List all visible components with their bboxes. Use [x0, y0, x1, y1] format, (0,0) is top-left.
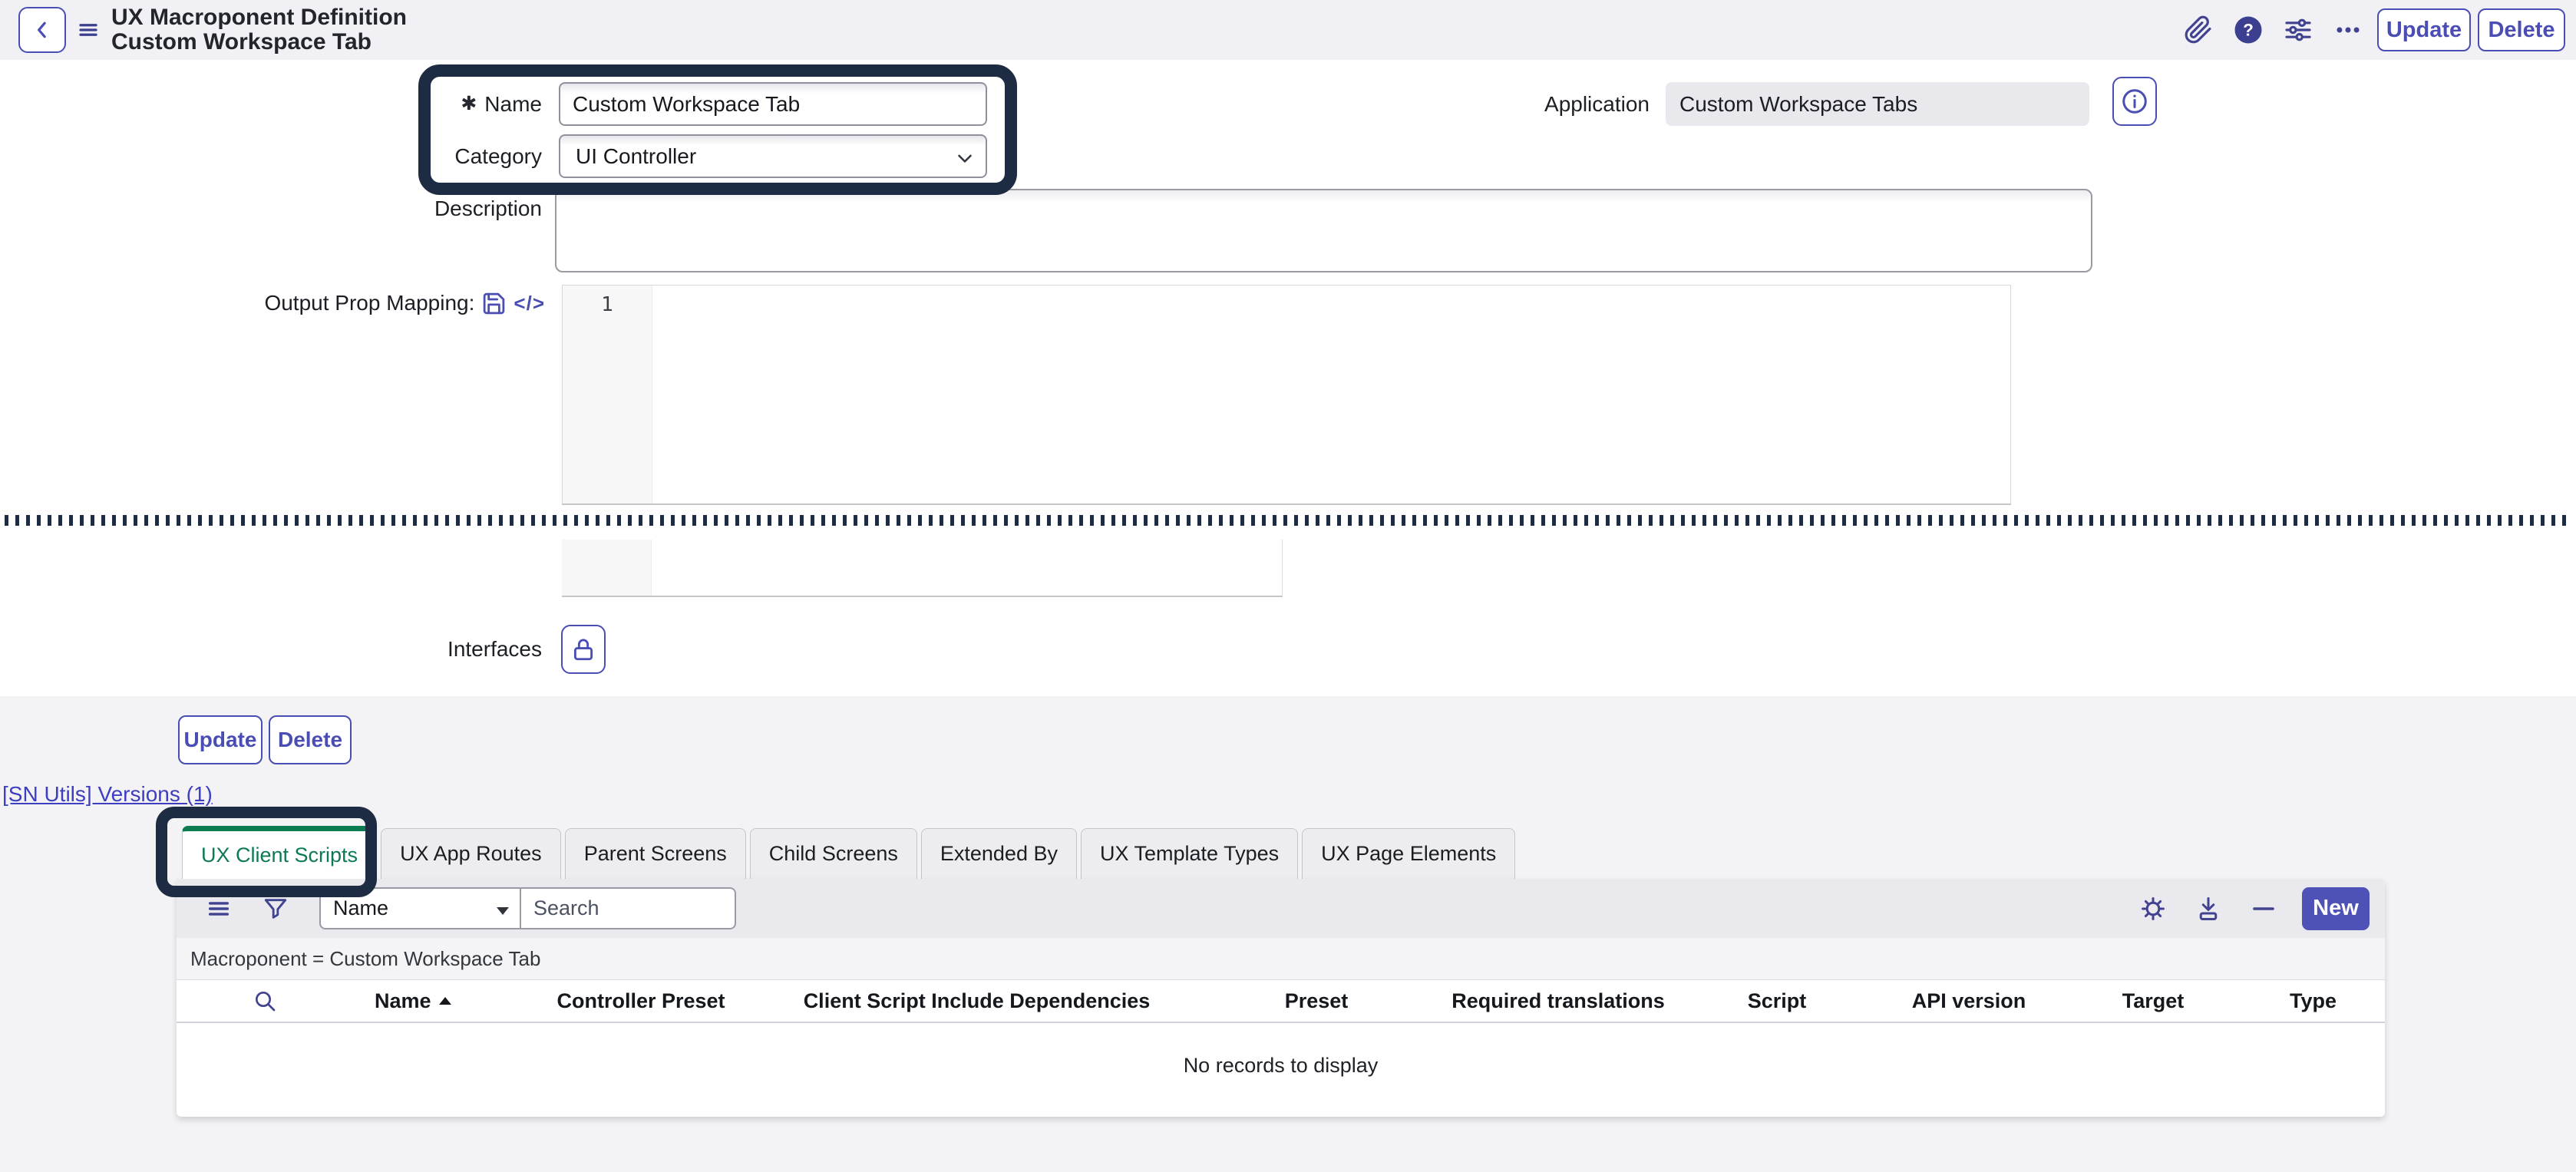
delete-button[interactable]: Delete: [2478, 8, 2565, 51]
tab-ux-app-routes[interactable]: UX App Routes: [381, 828, 561, 879]
header-actions: ? Update Delete: [2183, 0, 2573, 60]
svg-text:?: ?: [2243, 21, 2254, 40]
dropdown-caret-icon: [497, 907, 509, 915]
category-selected-value: UI Controller: [576, 144, 696, 169]
related-list-tabs: UX Client Scripts UX App Routes Parent S…: [182, 826, 1515, 879]
search-icon[interactable]: [177, 989, 353, 1013]
list-search-input[interactable]: [521, 887, 736, 929]
list-icon[interactable]: [206, 896, 232, 922]
output-prop-mapping-label-row: Output Prop Mapping: </>: [215, 285, 545, 322]
record-type-title: UX Macroponent Definition: [111, 5, 407, 30]
tab-ux-page-elements[interactable]: UX Page Elements: [1302, 828, 1515, 879]
interfaces-label: Interfaces: [289, 625, 542, 674]
paperclip-icon[interactable]: [2183, 13, 2214, 47]
application-readonly-field: Custom Workspace Tabs: [1666, 82, 2089, 126]
application-label: Application: [1396, 82, 1650, 126]
output-prop-mapping-editor[interactable]: 1: [562, 285, 2011, 505]
tab-child-screens[interactable]: Child Screens: [750, 828, 917, 879]
category-select[interactable]: UI Controller: [559, 134, 987, 178]
description-label: Description: [289, 193, 542, 224]
new-button[interactable]: New: [2302, 887, 2370, 930]
column-header-controller-preset[interactable]: Controller Preset: [526, 989, 756, 1013]
context-menu-icon[interactable]: [76, 18, 101, 41]
list-header-row: Name Controller Preset Client Script Inc…: [177, 980, 2385, 1023]
tab-extended-by[interactable]: Extended By: [921, 828, 1077, 879]
editor-continuation-content[interactable]: [652, 540, 1282, 596]
empty-list-message: No records to display: [177, 1023, 2385, 1115]
column-header-client-script-include-dependencies[interactable]: Client Script Include Dependencies: [756, 989, 1197, 1013]
search-field-selected: Name: [333, 896, 388, 920]
help-icon[interactable]: ?: [2233, 13, 2264, 47]
record-name-title: Custom Workspace Tab: [111, 30, 407, 54]
code-icon[interactable]: </>: [514, 292, 545, 315]
interfaces-lock-button[interactable]: [561, 625, 606, 674]
name-label: ✱Name: [289, 82, 542, 126]
back-chevron-icon: [31, 17, 54, 43]
category-label: Category: [289, 134, 542, 178]
editor-content[interactable]: [652, 286, 2010, 503]
funnel-icon[interactable]: [263, 896, 289, 922]
editor-continuation-gutter: [562, 540, 652, 596]
description-textarea[interactable]: [555, 189, 2092, 272]
editor-continuation[interactable]: [562, 540, 1283, 597]
page-title: UX Macroponent Definition Custom Workspa…: [111, 5, 407, 54]
gear-icon[interactable]: [2139, 895, 2167, 923]
ux-macroponent-definition-page: UX Macroponent Definition Custom Workspa…: [0, 0, 2576, 1172]
download-icon[interactable]: [2195, 895, 2222, 923]
name-input[interactable]: [559, 82, 987, 126]
tab-parent-screens[interactable]: Parent Screens: [565, 828, 746, 879]
chevron-down-icon: [953, 147, 976, 170]
save-icon[interactable]: [481, 291, 507, 316]
column-header-script[interactable]: Script: [1681, 989, 1873, 1013]
update-button[interactable]: Update: [2377, 8, 2471, 51]
list-toolbar: Name New: [177, 879, 2385, 938]
ux-client-scripts-list: Name New Macroponent = Custom Workspace …: [177, 879, 2385, 1117]
ellipsis-icon[interactable]: [2333, 13, 2363, 47]
annotation-page-break-dotted-line: [5, 515, 2573, 526]
column-header-api-version[interactable]: API version: [1873, 989, 2065, 1013]
column-header-name[interactable]: Name: [353, 989, 526, 1013]
tab-ux-client-scripts[interactable]: UX Client Scripts: [182, 826, 377, 879]
minimize-icon[interactable]: [2250, 895, 2277, 923]
output-prop-mapping-label: Output Prop Mapping:: [264, 291, 474, 315]
related-lists-section: Update Delete [SN Utils] Versions (1) UX…: [0, 696, 2576, 1172]
form-update-button[interactable]: Update: [178, 715, 263, 764]
required-icon: ✱: [461, 93, 477, 114]
back-button[interactable]: [18, 7, 66, 53]
application-info-button[interactable]: [2112, 77, 2157, 126]
record-header-bar: UX Macroponent Definition Custom Workspa…: [0, 0, 2576, 60]
list-breadcrumb[interactable]: Macroponent = Custom Workspace Tab: [177, 938, 2385, 980]
column-header-type[interactable]: Type: [2241, 989, 2385, 1013]
sliders-icon[interactable]: [2283, 13, 2313, 47]
column-header-required-translations[interactable]: Required translations: [1435, 989, 1681, 1013]
sort-ascending-icon: [439, 997, 451, 1005]
column-header-target[interactable]: Target: [2065, 989, 2241, 1013]
column-header-preset[interactable]: Preset: [1197, 989, 1435, 1013]
editor-line-number: 1: [563, 286, 652, 503]
sn-utils-versions-link[interactable]: [SN Utils] Versions (1): [2, 782, 213, 807]
form-delete-button[interactable]: Delete: [269, 715, 352, 764]
search-field-dropdown[interactable]: Name: [319, 887, 521, 929]
tab-ux-template-types[interactable]: UX Template Types: [1081, 828, 1298, 879]
